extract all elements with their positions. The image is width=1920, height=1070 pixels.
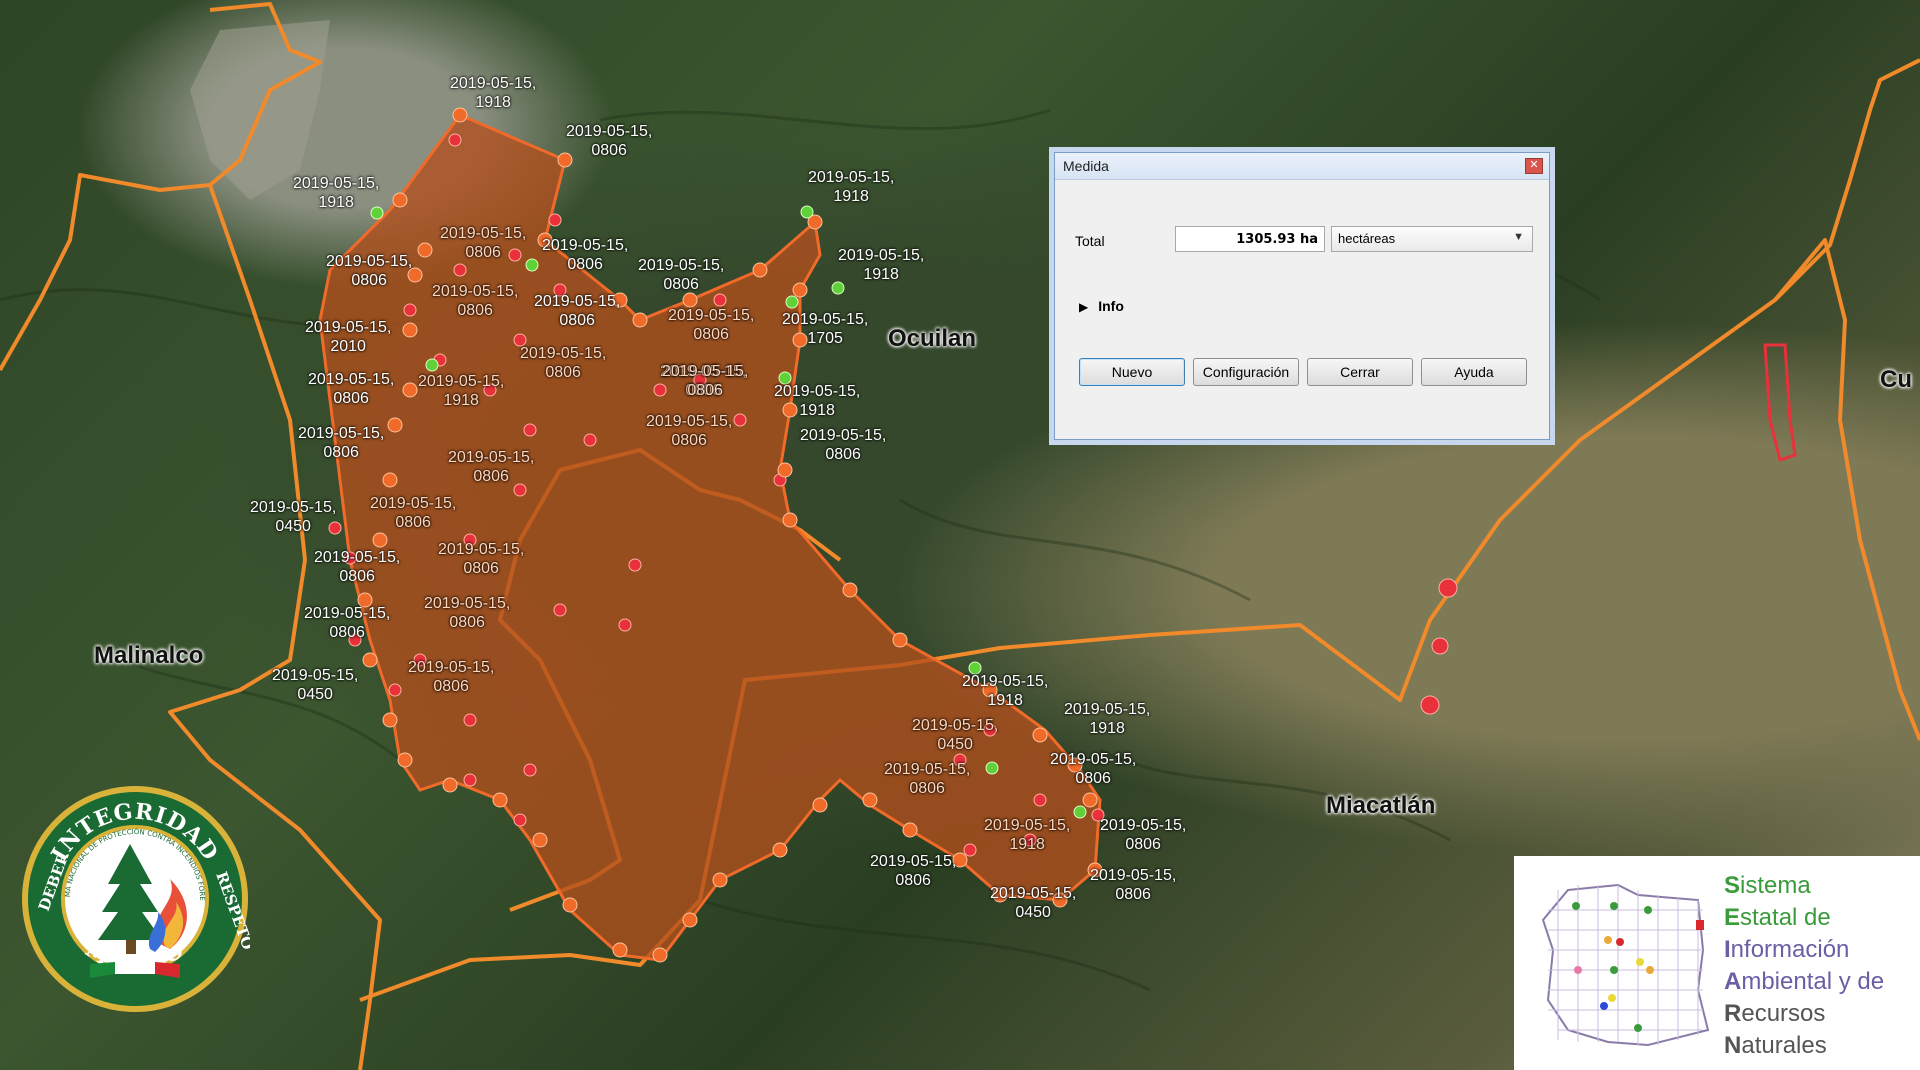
point-label: 2019-05-15, 0450 [250,499,337,535]
point-label: 2019-05-15, 2010 [305,319,392,355]
point-label: 2019-05-15, 0450 [990,885,1077,921]
sistema-line: Estatal de [1724,904,1831,931]
point-label: 2019-05-15, 0806 [408,659,495,695]
point-label: 2019-05-15, 0806 [566,123,653,159]
point-label: 2019-05-15, 0806 [304,605,391,641]
triangle-right-icon: ▶ [1079,300,1089,314]
conafor-seal-logo: INTEGRIDAD MÉXICO PROGRAMA NACIONAL DE P… [20,784,250,1012]
burn-strip-east [1763,343,1797,462]
burn-area [318,113,1102,962]
town-label-cu: Cu [1880,366,1912,393]
info-label: Info [1098,298,1124,314]
point-label: 2019-05-15, 1705 [782,311,869,347]
point-label: 2019-05-15, 0806 [298,425,385,461]
point-label: 2019-05-15, 1918 [962,673,1049,709]
point-label: 2019-05-15, 0806 [308,371,395,407]
sistema-estatal-logo: Sistema Estatal de Información Ambiental… [1514,856,1920,1070]
sistema-estatal-text: Sistema Estatal de Información Ambiental… [1724,870,1884,1062]
measure-dialog[interactable]: Medida ✕ Total hectáreas ▼ ▶ Info Nuevo C… [1054,152,1550,440]
close-icon[interactable]: ✕ [1525,158,1543,174]
point-label: 2019-05-15, 0806 [448,449,535,485]
point-label: 2019-05-15, 1918 [808,169,895,205]
point-label: 2019-05-15, 1918 [774,383,861,419]
point-label: 2019-05-15, 0806 [662,363,749,399]
map-view[interactable]: 2019-05-15, 1918 2019-05-15, 0806 2019-05-… [0,0,1920,1070]
point-label: 2019-05-15, 1918 [1064,701,1151,737]
point-label: 2019-05-15, 0806 [432,283,519,319]
sistema-line: Sistema [1724,872,1811,899]
point-label: 2019-05-15, 0806 [520,345,607,381]
point-label: 2019-05-15, 0806 [638,257,725,293]
point-label: 2019-05-15, 1918 [838,247,925,283]
sistema-line: Recursos [1724,1000,1826,1027]
point-label: 2019-05-15, 0806 [314,549,401,585]
town-label-ocuilan: Ocuilan [888,325,977,352]
dialog-title: Medida [1063,158,1109,174]
point-label: 2019-05-15, 0806 [800,427,887,463]
point-label: 2019-05-15, 1918 [293,175,380,211]
point-label: 2019-05-15, 0806 [668,307,755,343]
point-label: 2019-05-15, 0806 [1100,817,1187,853]
point-label: 2019-05-15, 0806 [1050,751,1137,787]
point-label: 2019-05-15, 0806 [884,761,971,797]
nuevo-button[interactable]: Nuevo [1079,358,1185,386]
point-label: 2019-05-15, 0806 [440,225,527,261]
town-label-malinalco: Malinalco [94,642,204,669]
sistema-line: Información [1724,936,1850,963]
total-label: Total [1075,233,1105,249]
point-label: 2019-05-15, 0450 [912,717,999,753]
point-label: 2019-05-15, 0806 [326,253,413,289]
point-label: 2019-05-15, 0806 [542,237,629,273]
dialog-titlebar[interactable]: Medida [1055,153,1549,180]
point-label: 2019-05-15, 1918 [418,373,505,409]
total-value-field[interactable] [1175,226,1325,252]
point-label: 2019-05-15, 0806 [1090,867,1177,903]
point-label: 2019-05-15, 0450 [272,667,359,703]
ayuda-button[interactable]: Ayuda [1421,358,1527,386]
cerrar-button[interactable]: Cerrar [1307,358,1413,386]
point-label: 2019-05-15, 0806 [424,595,511,631]
point-label: 2019-05-15, 1918 [984,817,1071,853]
state-grid-map-icon [1541,883,1710,1047]
town-label-miacatlan: Miacatlán [1326,792,1436,819]
sistema-line: Ambiental y de [1724,968,1885,995]
point-label: 2019-05-15, 0806 [370,495,457,531]
point-label: 2019-05-15, 0806 [870,853,957,889]
point-label: 2019-05-15, 0806 [534,293,621,329]
unit-dropdown[interactable]: hectáreas ▼ [1331,226,1533,252]
point-label: 2019-05-15, 0806 [438,541,525,577]
info-expander[interactable]: ▶ Info [1079,298,1124,314]
unit-selected-value: hectáreas [1338,231,1396,246]
chevron-down-icon: ▼ [1513,231,1524,243]
point-label: 2019-05-15, 0806 [646,413,733,449]
configuracion-button[interactable]: Configuración [1193,358,1299,386]
sistema-line: Naturales [1724,1032,1827,1059]
point-label: 2019-05-15, 1918 [450,75,537,111]
